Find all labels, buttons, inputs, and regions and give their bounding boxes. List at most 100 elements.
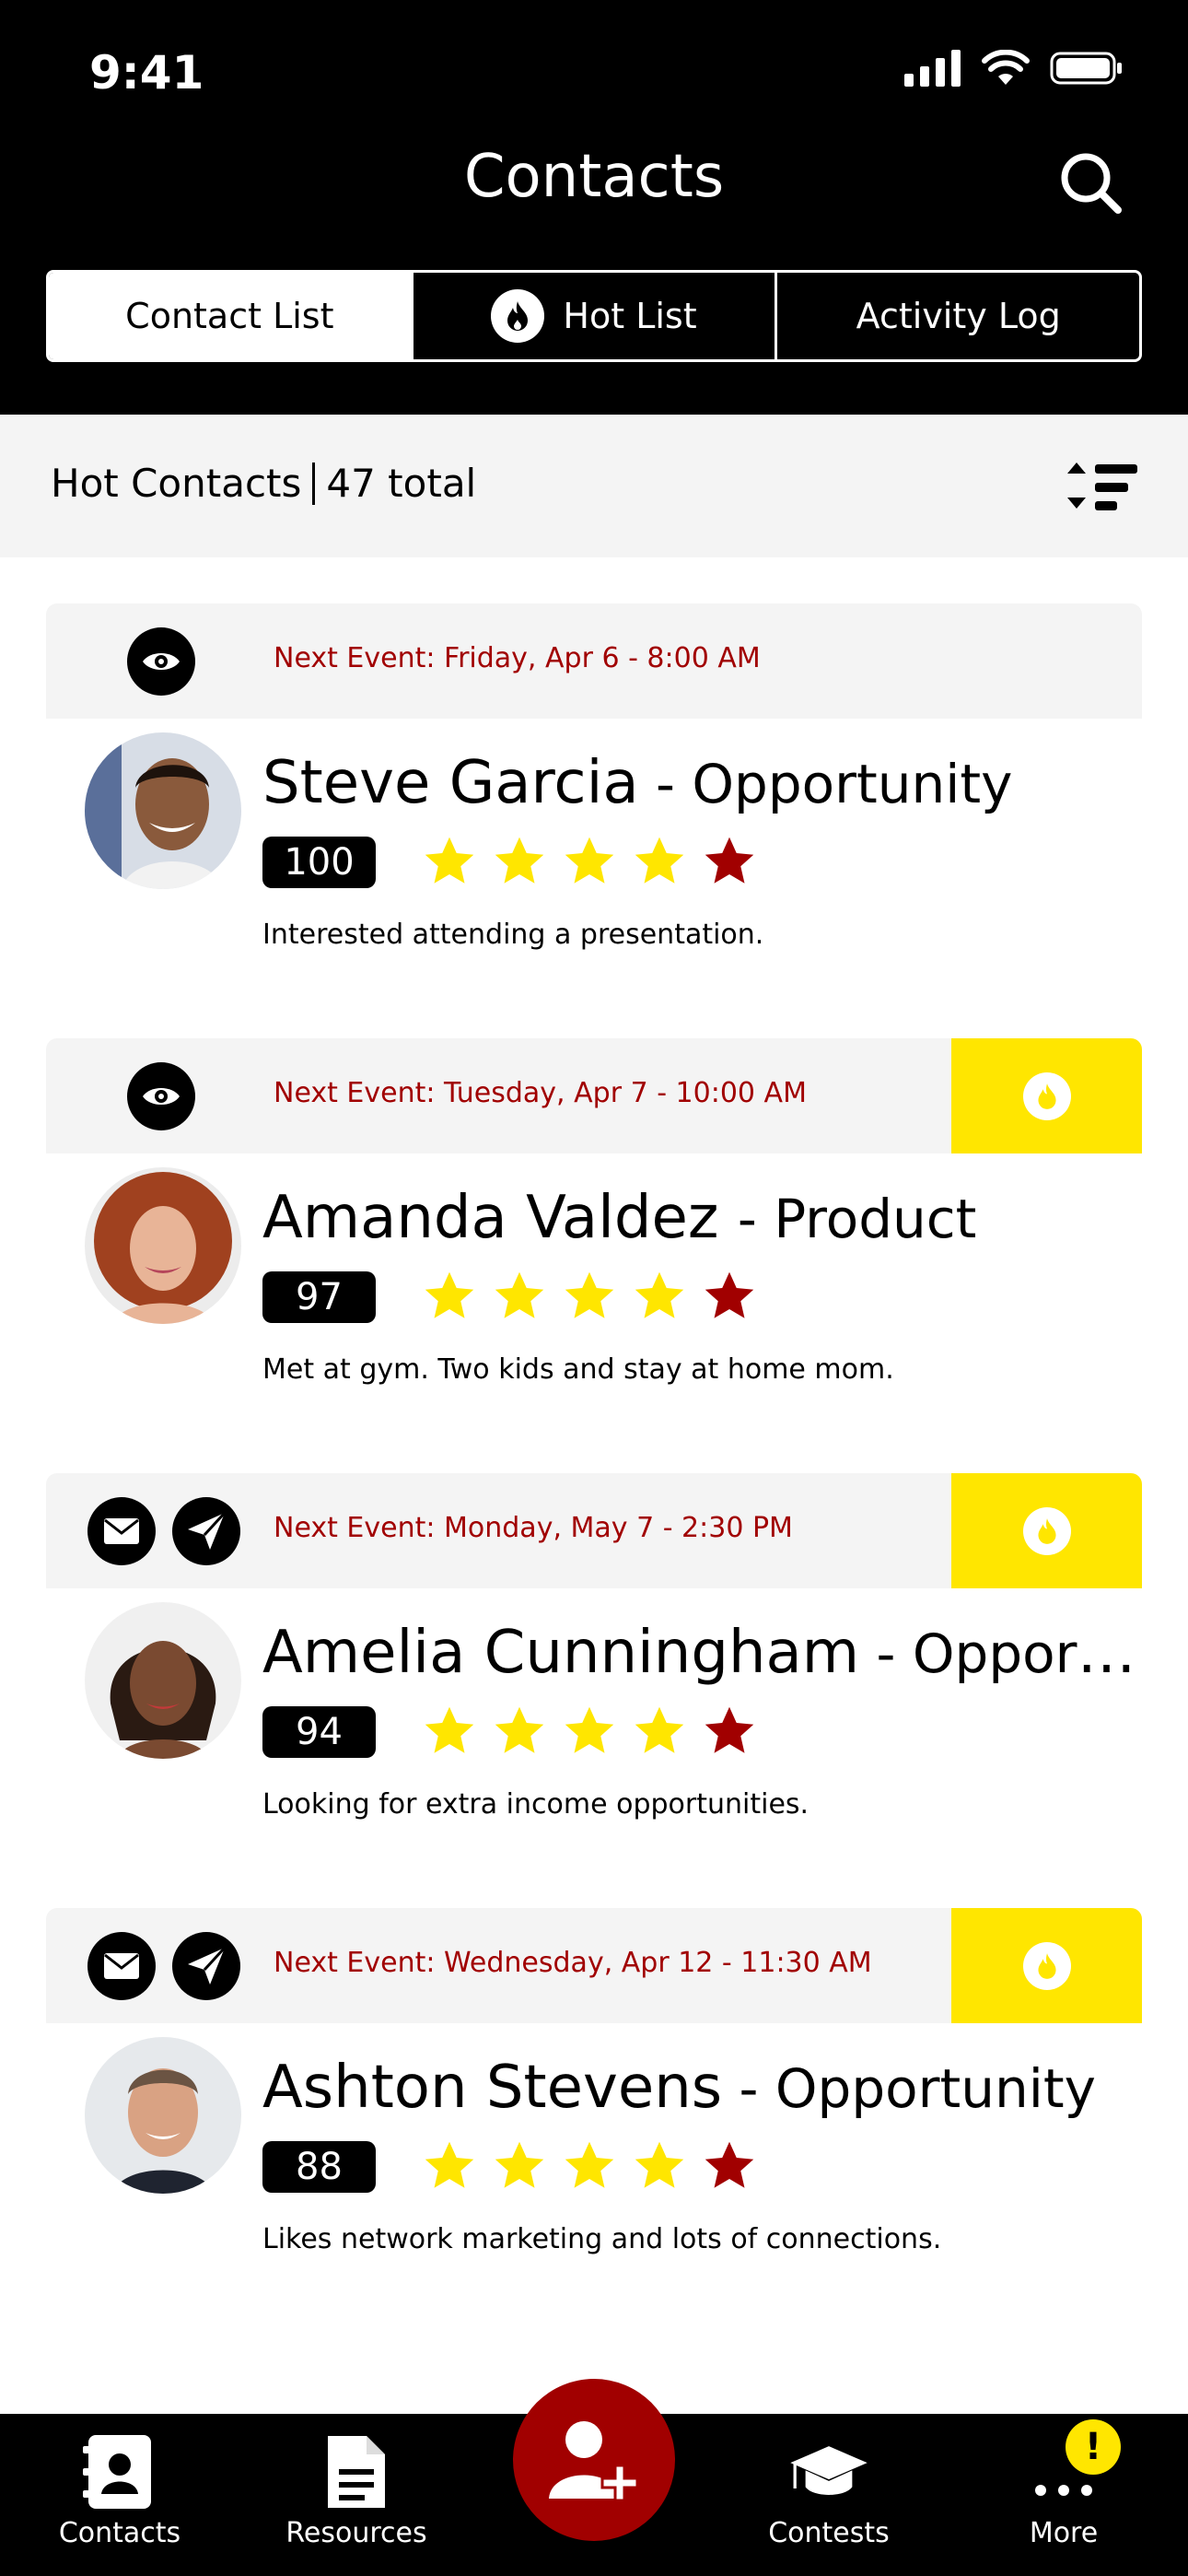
tab-resources[interactable]: Resources xyxy=(264,2414,448,2576)
header: 9:41 Contacts Contact List Hot List Acti… xyxy=(0,0,1188,415)
score-badge: 97 xyxy=(262,1271,376,1323)
star-icon xyxy=(705,2141,754,2188)
star-icon xyxy=(565,1706,614,1753)
star-icon xyxy=(495,2141,544,2188)
document-icon xyxy=(315,2430,398,2513)
view-button[interactable] xyxy=(127,1062,195,1130)
star-icon xyxy=(425,1706,474,1753)
tab-contact-list[interactable]: Contact List xyxy=(49,273,411,359)
eye-icon xyxy=(143,1088,180,1105)
flame-icon xyxy=(1022,1506,1071,1555)
contact-type: - Opportu... xyxy=(876,1622,1137,1685)
star-icon xyxy=(565,1271,614,1318)
search-icon xyxy=(1061,153,1122,214)
page-title: Contacts xyxy=(463,143,725,211)
hot-toggle[interactable] xyxy=(951,1908,1142,2023)
contact-card[interactable]: Next Event: Tuesday, Apr 7 - 10:00 AM Am… xyxy=(46,1038,1142,1425)
contact-name-line: Steve Garcia - Opportunity xyxy=(262,749,1137,817)
star-icon xyxy=(425,2141,474,2188)
tab-contacts[interactable]: Contacts xyxy=(28,2414,212,2576)
star-icon xyxy=(635,2141,684,2188)
email-button[interactable] xyxy=(87,1932,156,2000)
hot-toggle[interactable] xyxy=(951,1473,1142,1588)
tab-more[interactable]: More xyxy=(972,2414,1156,2576)
sort-icon xyxy=(1067,463,1137,510)
next-event: Next Event: Monday, May 7 - 2:30 PM xyxy=(274,1512,793,1544)
status-bar: 9:41 xyxy=(0,0,1188,138)
email-button[interactable] xyxy=(87,1497,156,1565)
contact-type: - Product xyxy=(737,1188,977,1250)
tab-label: Resources xyxy=(285,2517,427,2549)
graduation-cap-icon xyxy=(787,2430,870,2513)
search-button[interactable] xyxy=(1057,149,1124,216)
flame-icon xyxy=(491,289,545,343)
contact-card[interactable]: Next Event: Friday, Apr 6 - 8:00 AM Stev… xyxy=(46,603,1142,990)
star-icon xyxy=(635,1271,684,1318)
star-icon xyxy=(495,1271,544,1318)
next-event: Next Event: Friday, Apr 6 - 8:00 AM xyxy=(274,642,761,674)
next-event: Next Event: Wednesday, Apr 12 - 11:30 AM xyxy=(274,1947,872,1979)
status-icons xyxy=(904,50,1124,87)
contact-card[interactable]: Next Event: Monday, May 7 - 2:30 PM Amel… xyxy=(46,1473,1142,1860)
summary-count: 47 total xyxy=(326,461,477,506)
add-contact-icon xyxy=(549,2421,639,2502)
contact-name-line: Amanda Valdez - Product xyxy=(262,1184,1137,1252)
star-icon xyxy=(495,837,544,884)
contact-type: - Opportunity xyxy=(638,753,1013,815)
view-button[interactable] xyxy=(127,627,195,696)
contact-name: Steve Garcia xyxy=(262,749,639,817)
star-icon xyxy=(635,837,684,884)
contact-name: Amelia Cunningham xyxy=(262,1619,860,1687)
score-badge: 94 xyxy=(262,1706,376,1758)
tab-contests[interactable]: Contests xyxy=(737,2414,921,2576)
summary-label: Hot Contacts xyxy=(51,461,302,506)
score-badge: 88 xyxy=(262,2141,376,2193)
star-rating xyxy=(422,1704,757,1759)
tab-activity-log[interactable]: Activity Log xyxy=(775,273,1139,359)
signal-icon xyxy=(904,50,961,87)
tab-label: More xyxy=(1029,2517,1099,2549)
eye-icon xyxy=(143,653,180,670)
star-icon xyxy=(495,1706,544,1753)
star-icon xyxy=(705,1706,754,1753)
tab-label: Activity Log xyxy=(856,296,1061,336)
wifi-icon xyxy=(982,50,1030,85)
send-button[interactable] xyxy=(172,1932,240,2000)
send-icon xyxy=(188,1946,227,1985)
star-rating xyxy=(422,1269,757,1324)
send-button[interactable] xyxy=(172,1497,240,1565)
summary-text: Hot Contacts 47 total xyxy=(51,461,476,506)
contact-type: - Opportunity xyxy=(722,2057,1096,2120)
mail-icon xyxy=(104,1518,139,1544)
star-rating xyxy=(422,834,757,889)
segmented-control: Contact List Hot List Activity Log xyxy=(46,270,1142,362)
sort-button[interactable] xyxy=(1054,442,1147,534)
star-icon xyxy=(705,837,754,884)
score-badge: 100 xyxy=(262,837,376,888)
contact-name-line: Amelia Cunningham - Opportu... xyxy=(262,1619,1137,1687)
star-icon xyxy=(705,1271,754,1318)
avatar xyxy=(85,1602,241,1759)
status-time: 9:41 xyxy=(89,46,204,100)
hot-toggle[interactable] xyxy=(951,1038,1142,1153)
contact-name: Ashton Stevens xyxy=(262,2054,723,2122)
star-icon xyxy=(635,1706,684,1753)
battery-icon xyxy=(1050,52,1122,85)
contact-note: Interested attending a presentation. xyxy=(262,919,764,951)
avatar xyxy=(85,2037,241,2194)
tab-label: Contests xyxy=(768,2517,890,2549)
summary-bar: Hot Contacts 47 total xyxy=(0,415,1188,557)
tab-hot-list[interactable]: Hot List xyxy=(410,273,775,359)
star-icon xyxy=(425,837,474,884)
star-icon xyxy=(425,1271,474,1318)
avatar xyxy=(85,1167,241,1324)
mail-icon xyxy=(104,1953,139,1979)
avatar xyxy=(85,732,241,889)
contact-note: Looking for extra income opportunities. xyxy=(262,1788,809,1821)
flame-icon xyxy=(1022,1941,1071,1990)
add-contact-button[interactable] xyxy=(513,2379,675,2541)
contact-note: Met at gym. Two kids and stay at home mo… xyxy=(262,1353,894,1386)
summary-divider xyxy=(312,462,316,505)
contact-card[interactable]: Next Event: Wednesday, Apr 12 - 11:30 AM… xyxy=(46,1908,1142,2295)
notification-badge: ! xyxy=(1066,2419,1121,2475)
